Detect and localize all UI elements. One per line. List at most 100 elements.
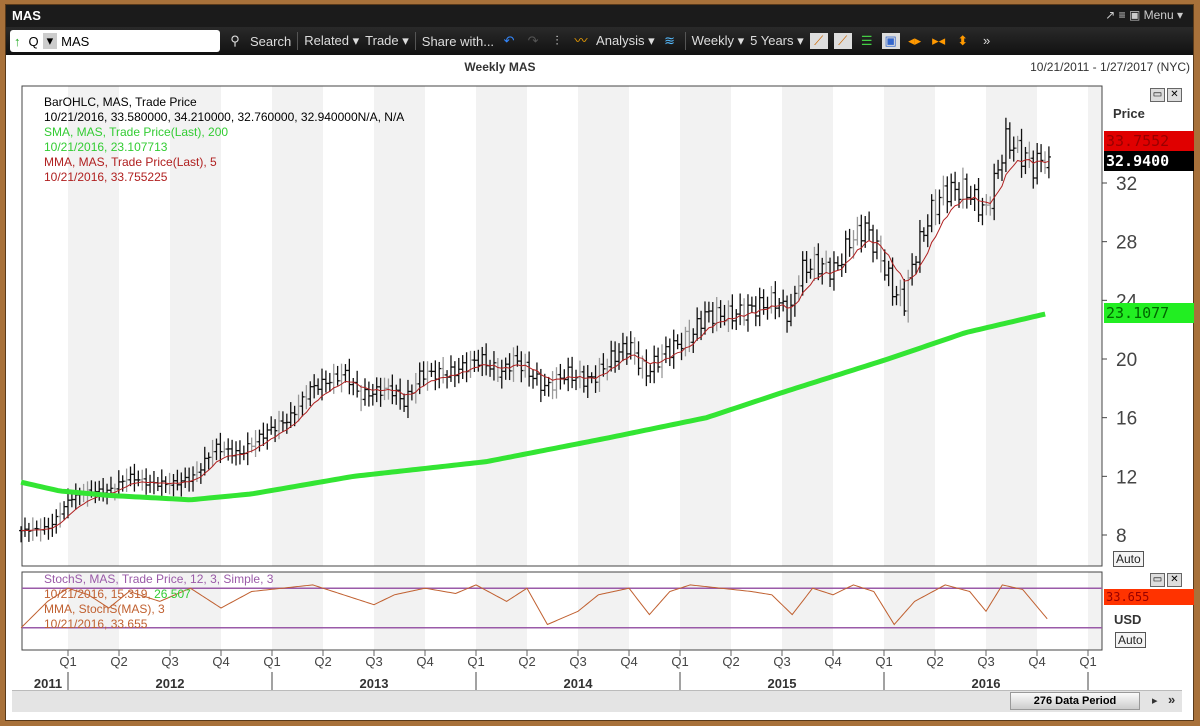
close-stoch-button[interactable]: ✕ [1167,573,1182,587]
ohlc-bar [941,175,946,206]
ohlc-bar [749,296,754,314]
bar-legend-title: BarOHLC, MAS, Trade Price [44,95,197,109]
ohlc-bar [441,356,446,384]
ohlc-bar [667,338,672,367]
quarter-label: Q1 [875,654,892,669]
scroll-bar[interactable] [12,690,1182,712]
quarter-band [884,572,935,650]
quarter-band [476,86,527,566]
ohlc-bar [261,422,266,446]
ohlc-bar [949,173,954,207]
last-price-tag: 32.9400 [1104,151,1194,171]
stoch-mma-title: MMA, StochS(MAS), 3 [44,602,165,616]
year-label: 2014 [564,676,594,691]
quarter-label: Q3 [161,654,178,669]
ohlc-bar [50,513,55,537]
quarter-label: Q2 [518,654,535,669]
ohlc-bar [742,298,747,326]
ohlc-bar [351,377,356,396]
ohlc-bar [566,357,571,392]
ohlc-bar [570,356,575,389]
quarter-band [578,572,629,650]
ohlc-bar [26,522,31,542]
y-tick-label: 8 [1116,526,1127,547]
ohlc-bar [347,358,352,395]
quarter-band [782,572,833,650]
ohlc-bar [675,334,680,350]
ohlc-bar [460,355,465,380]
ohlc-bar [554,367,559,399]
ohlc-bar [464,352,469,383]
ohlc-bar [226,438,231,461]
year-label: 2011 [34,676,62,691]
price-auto-scale-button[interactable]: Auto [1113,551,1144,567]
ohlc-bar [769,285,774,314]
ohlc-bar [140,469,145,491]
ohlc-bar [54,509,59,534]
ohlc-bar [546,376,551,397]
ohlc-bar [871,224,876,263]
ohlc-bar [734,309,739,331]
ohlc-bar [429,362,434,377]
maximize-stoch-button[interactable]: ▭ [1150,573,1165,587]
data-period-button[interactable]: 276 Data Period [1010,692,1140,710]
ohlc-bar [867,211,872,241]
ohlc-bar [132,463,137,492]
ohlc-bar [945,176,950,214]
close-panel-button[interactable]: ✕ [1167,88,1182,102]
sma-legend-title: SMA, MAS, Trade Price(Last), 200 [44,125,229,139]
scroll-right-icon[interactable]: ▸ [1152,694,1158,707]
ohlc-bar [835,256,840,271]
mma-legend-title: MMA, MAS, Trade Price(Last), 5 [44,155,217,169]
ohlc-bar [960,167,965,209]
ohlc-bar [937,189,942,225]
ohlc-bar [534,362,539,386]
y-tick-label: 12 [1116,467,1137,488]
scroll-end-icon[interactable]: » [1168,692,1175,707]
quarter-band [884,86,935,566]
y-tick-label: 32 [1116,174,1137,195]
ohlc-bar [237,440,242,465]
ohlc-bar [323,370,328,393]
sma-legend-values: 10/21/2016, 23.107713 [44,140,168,154]
ohlc-bar [359,384,364,412]
quarter-label: Q3 [365,654,382,669]
quarter-label: Q1 [467,654,484,669]
ohlc-bar [437,361,442,389]
ohlc-bar [136,470,141,487]
quarter-label: Q3 [569,654,586,669]
quarter-label: Q1 [671,654,688,669]
quarter-label: Q3 [773,654,790,669]
ohlc-bar [574,369,579,391]
ohlc-bar [155,476,160,492]
ohlc-bar [144,468,149,495]
maximize-panel-button[interactable]: ▭ [1150,88,1165,102]
ohlc-bar [42,517,47,535]
mma-legend-values: 10/21/2016, 33.755225 [44,170,168,184]
stoch-auto-scale-button[interactable]: Auto [1115,632,1146,648]
ohlc-bar [671,329,676,369]
stoch-legend-title: StochS, MAS, Trade Price, 12, 3, Simple,… [44,572,274,586]
ohlc-bar [562,369,567,385]
ohlc-bar [327,372,332,392]
ohlc-bar [425,361,430,391]
quarter-label: Q2 [110,654,127,669]
ohlc-bar [241,445,246,461]
ohlc-bar [335,365,340,386]
ohlc-bar [124,468,129,492]
ohlc-bar [753,296,758,327]
quarter-label: Q4 [212,654,229,669]
y-tick-label: 16 [1116,409,1137,430]
sma-price-tag: 23.1077 [1104,303,1194,323]
quarter-label: Q4 [416,654,433,669]
quarter-band [578,86,629,566]
year-label: 2013 [360,676,389,691]
quarter-band [782,86,833,566]
ohlc-bar [148,474,153,493]
ohlc-bar [558,363,563,390]
quarter-label: Q4 [1028,654,1045,669]
stoch-mma-values: 10/21/2016, 33.655 [44,617,148,631]
currency-label: USD [1114,612,1142,627]
ohlc-bar [128,466,133,487]
quarter-label: Q2 [926,654,943,669]
